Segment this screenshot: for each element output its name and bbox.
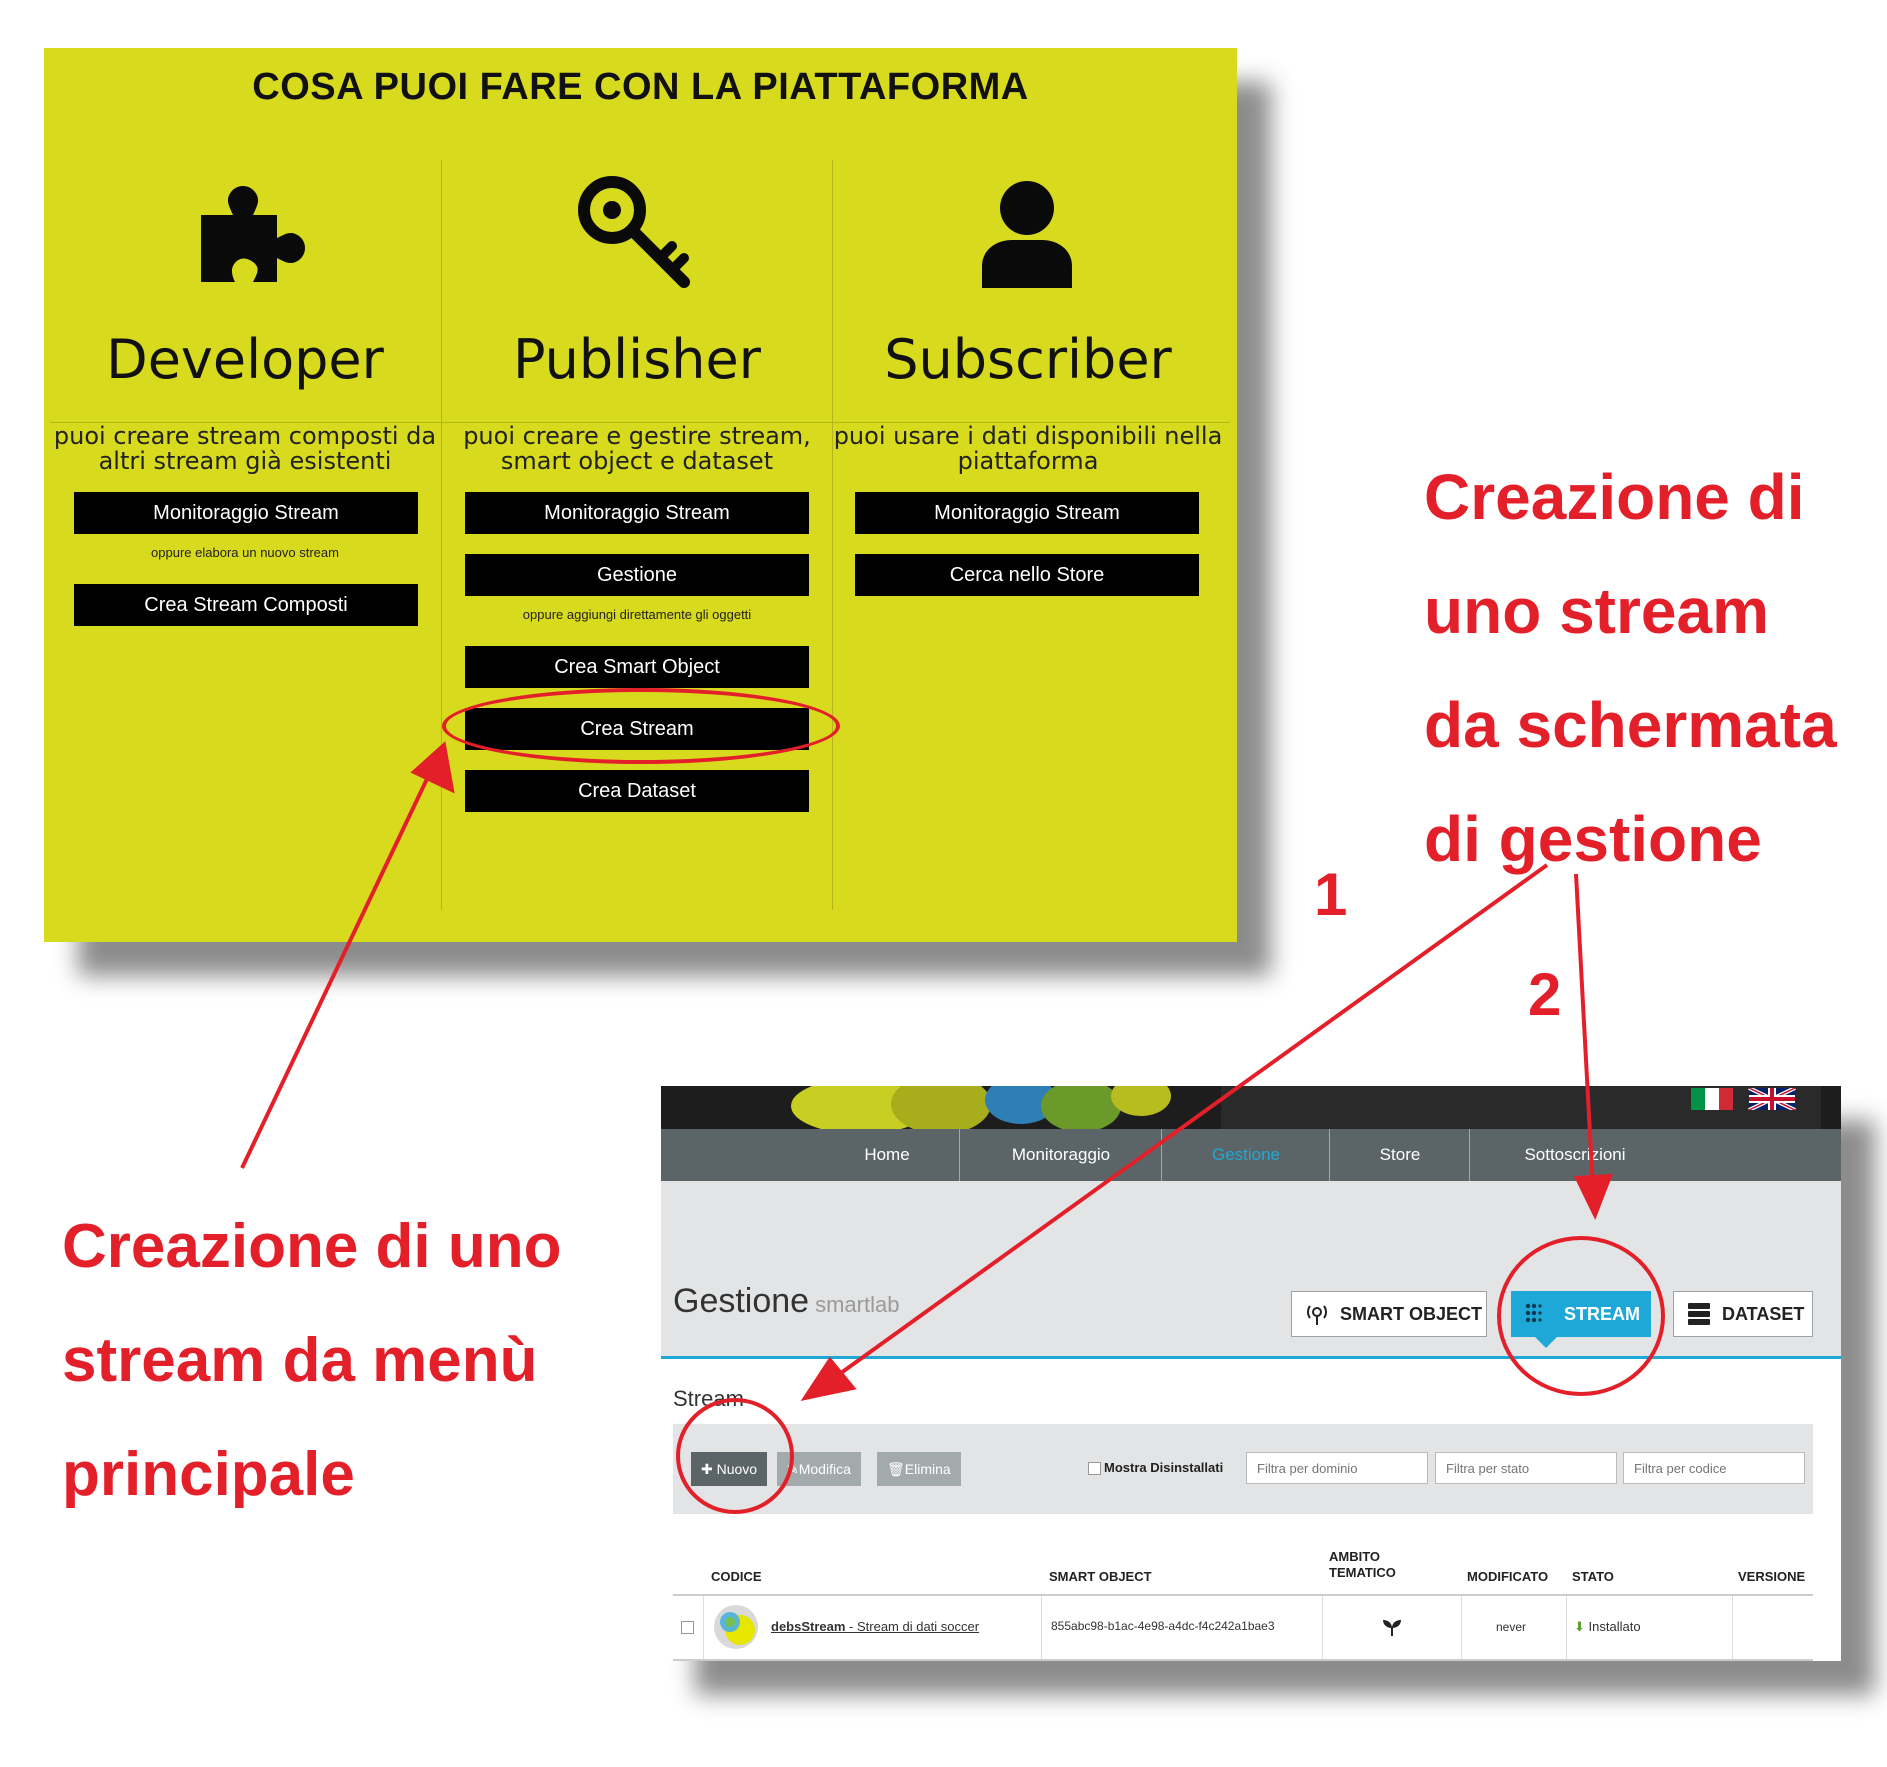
arrow-1-to-nuovo (800, 863, 1549, 1401)
arrow-to-crea-stream (240, 741, 455, 1169)
annotation-arrows (240, 741, 1613, 1401)
arrow-2-to-stream-tab (1573, 873, 1613, 1221)
